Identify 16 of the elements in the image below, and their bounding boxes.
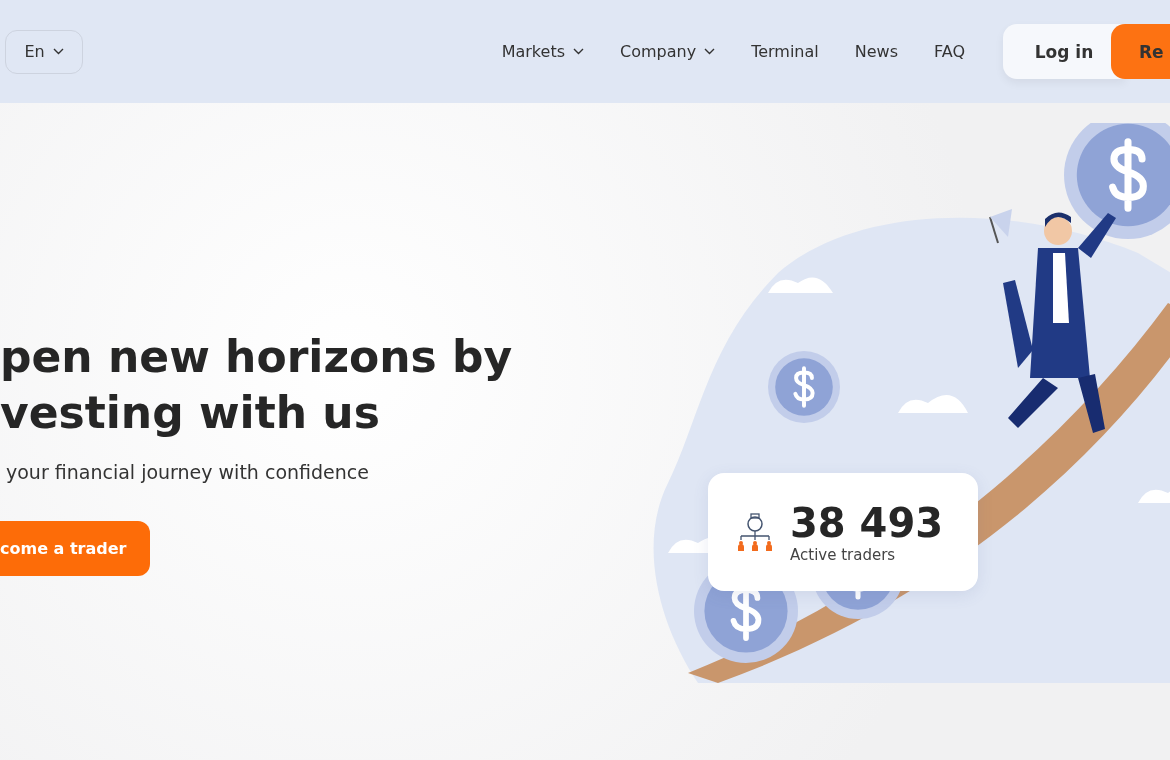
- register-button[interactable]: Re: [1111, 24, 1170, 79]
- chevron-down-icon: [704, 48, 716, 55]
- nav-link[interactable]: Markets: [501, 42, 584, 61]
- chevron-down-icon: [52, 48, 64, 55]
- hero-headline: vesting with us: [0, 386, 381, 440]
- trader-count-label: Active traders: [790, 546, 897, 564]
- trader-count: 38 493: [790, 500, 944, 546]
- money-bag-team-icon: [736, 512, 774, 552]
- nav-link[interactable]: Terminal: [751, 42, 819, 61]
- nav-link[interactable]: FAQ: [934, 42, 965, 61]
- language-selector[interactable]: En: [5, 29, 83, 74]
- chevron-down-icon: [573, 48, 584, 55]
- hero-headline: pen new horizons by: [0, 330, 514, 384]
- nav-link[interactable]: News: [854, 42, 898, 61]
- hero-subtitle: your financial journey with confidence: [6, 461, 370, 483]
- nav-link[interactable]: Company: [620, 42, 716, 61]
